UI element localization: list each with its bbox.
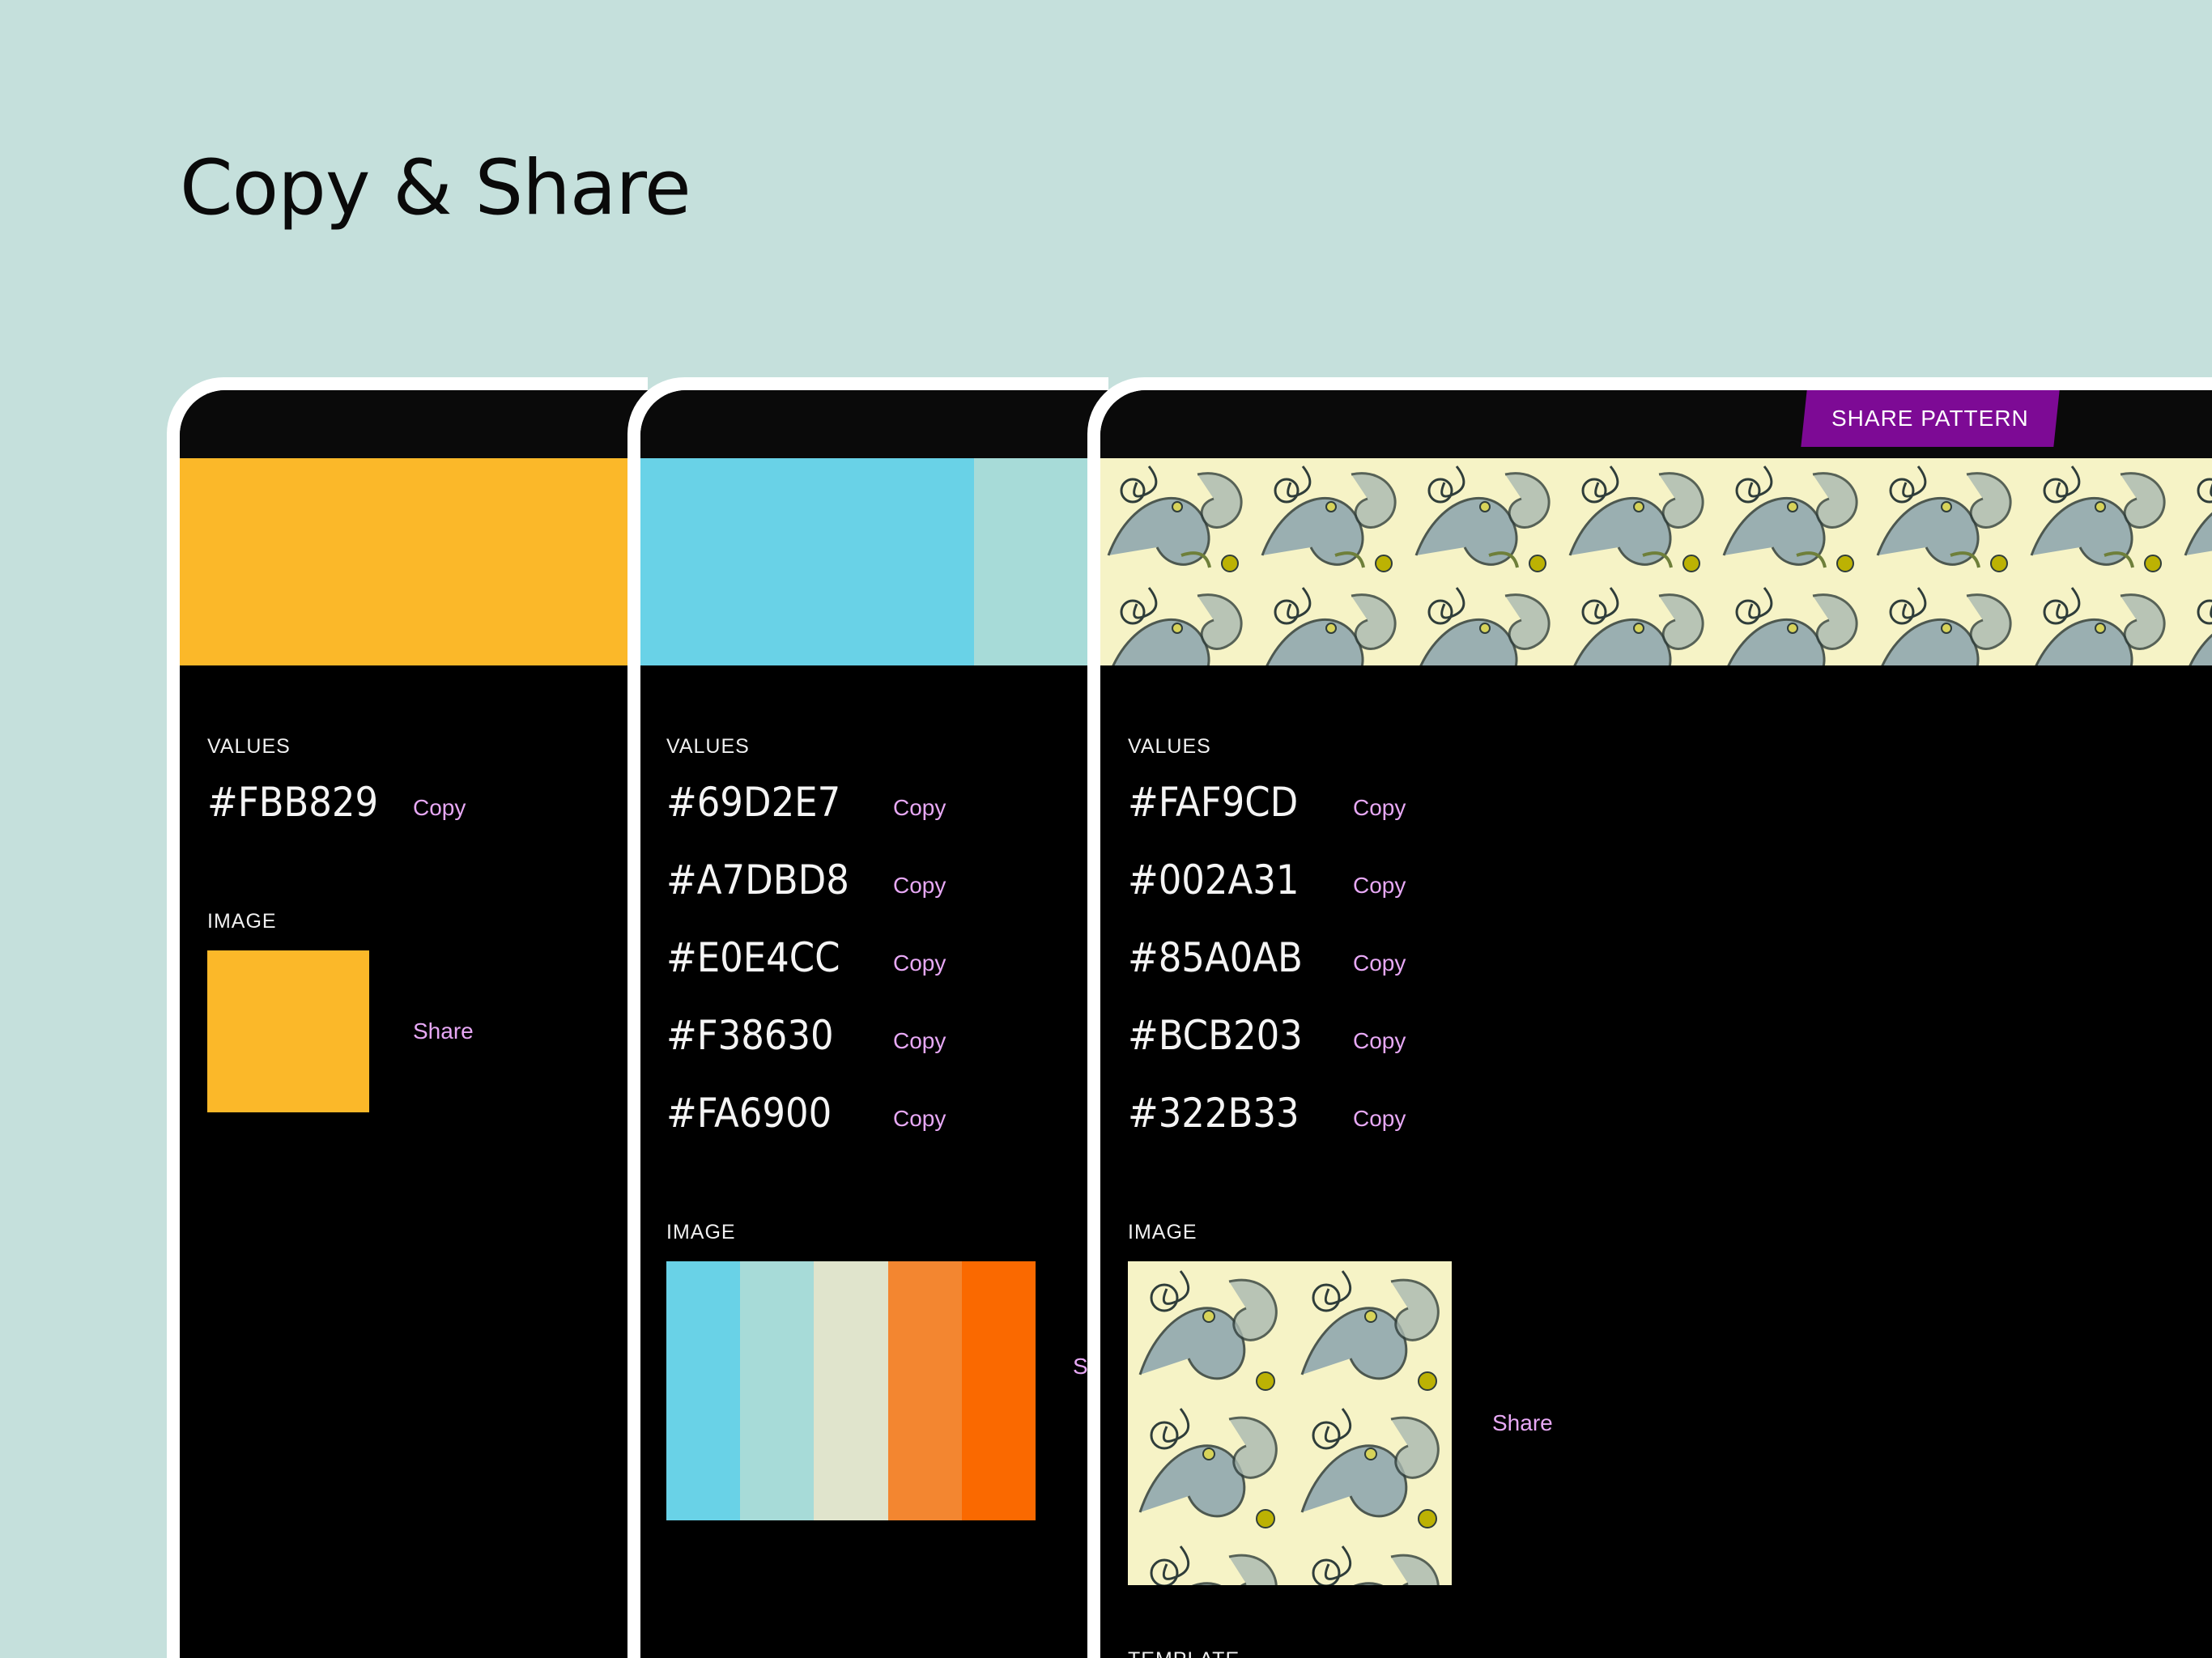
- values-label: VALUES: [1128, 735, 1211, 758]
- copy-button[interactable]: Copy: [893, 795, 946, 821]
- copy-button[interactable]: Copy: [1353, 1028, 1406, 1054]
- copy-button[interactable]: Copy: [893, 1106, 946, 1132]
- image-color-2: [740, 1261, 815, 1520]
- hero-color-1: [640, 458, 974, 665]
- image-preview[interactable]: [1128, 1261, 1452, 1585]
- image-color-3: [814, 1261, 888, 1520]
- values-label: VALUES: [207, 735, 291, 758]
- image-color-1: [666, 1261, 741, 1520]
- template-label: TEMPLATE: [1128, 1648, 1240, 1658]
- screen-3: VALUES #FAF9CD Copy #002A31 Copy #85A0AB…: [1100, 390, 2212, 1658]
- status-bar: [180, 390, 648, 458]
- hex-value: #A7DBD8: [666, 857, 849, 903]
- copy-button[interactable]: Copy: [1353, 1106, 1406, 1132]
- image-color-1: [207, 950, 369, 1112]
- device-card-2: VALUES #69D2E7 Copy #A7DBD8 Copy #E0E4CC…: [627, 377, 1108, 1658]
- device-card-1: VALUES #FBB829 Copy IMAGE Share: [167, 377, 648, 1658]
- values-label: VALUES: [666, 735, 750, 758]
- share-button[interactable]: Share: [413, 1018, 474, 1044]
- share-pattern-label: SHARE PATTERN: [1831, 406, 2029, 431]
- image-label: IMAGE: [207, 910, 277, 933]
- copy-button[interactable]: Copy: [893, 950, 946, 976]
- hex-value: #FBB829: [207, 779, 379, 826]
- hero-swatch: [180, 458, 648, 665]
- hero-swatch: [640, 458, 1108, 665]
- share-pattern-button[interactable]: SHARE PATTERN: [1801, 390, 2060, 447]
- copy-button[interactable]: Copy: [1353, 795, 1406, 821]
- status-bar: [640, 390, 1108, 458]
- copy-button[interactable]: Copy: [413, 795, 466, 821]
- copy-button[interactable]: Copy: [1353, 950, 1406, 976]
- hex-value: #85A0AB: [1128, 934, 1303, 981]
- image-preview[interactable]: [666, 1261, 1036, 1520]
- hex-value: #002A31: [1128, 857, 1300, 903]
- copy-button[interactable]: Copy: [893, 1028, 946, 1054]
- copy-button[interactable]: Copy: [1353, 873, 1406, 899]
- hex-value: #69D2E7: [666, 779, 841, 826]
- share-button[interactable]: Share: [1492, 1410, 1553, 1436]
- image-color-5: [961, 1261, 1036, 1520]
- pattern-graphic: [1100, 458, 2212, 665]
- screen-2: VALUES #69D2E7 Copy #A7DBD8 Copy #E0E4CC…: [640, 390, 1108, 1658]
- hex-value: #FA6900: [666, 1090, 832, 1137]
- hex-value: #FAF9CD: [1128, 779, 1299, 826]
- copy-button[interactable]: Copy: [893, 873, 946, 899]
- hex-value: #F38630: [666, 1012, 834, 1059]
- image-preview[interactable]: [207, 950, 369, 1112]
- hero-color-1: [180, 458, 648, 665]
- hex-value: #322B33: [1128, 1090, 1300, 1137]
- page-title: Copy & Share: [180, 144, 691, 232]
- device-card-3: VALUES #FAF9CD Copy #002A31 Copy #85A0AB…: [1087, 377, 2212, 1658]
- hex-value: #E0E4CC: [666, 934, 840, 981]
- hero-pattern: [1100, 458, 2212, 665]
- image-label: IMAGE: [1128, 1221, 1197, 1244]
- image-label: IMAGE: [666, 1221, 736, 1244]
- pattern-thumbnail: [1128, 1261, 1452, 1585]
- hex-value: #BCB203: [1128, 1012, 1303, 1059]
- image-color-4: [887, 1261, 962, 1520]
- screen-1: VALUES #FBB829 Copy IMAGE Share: [180, 390, 648, 1658]
